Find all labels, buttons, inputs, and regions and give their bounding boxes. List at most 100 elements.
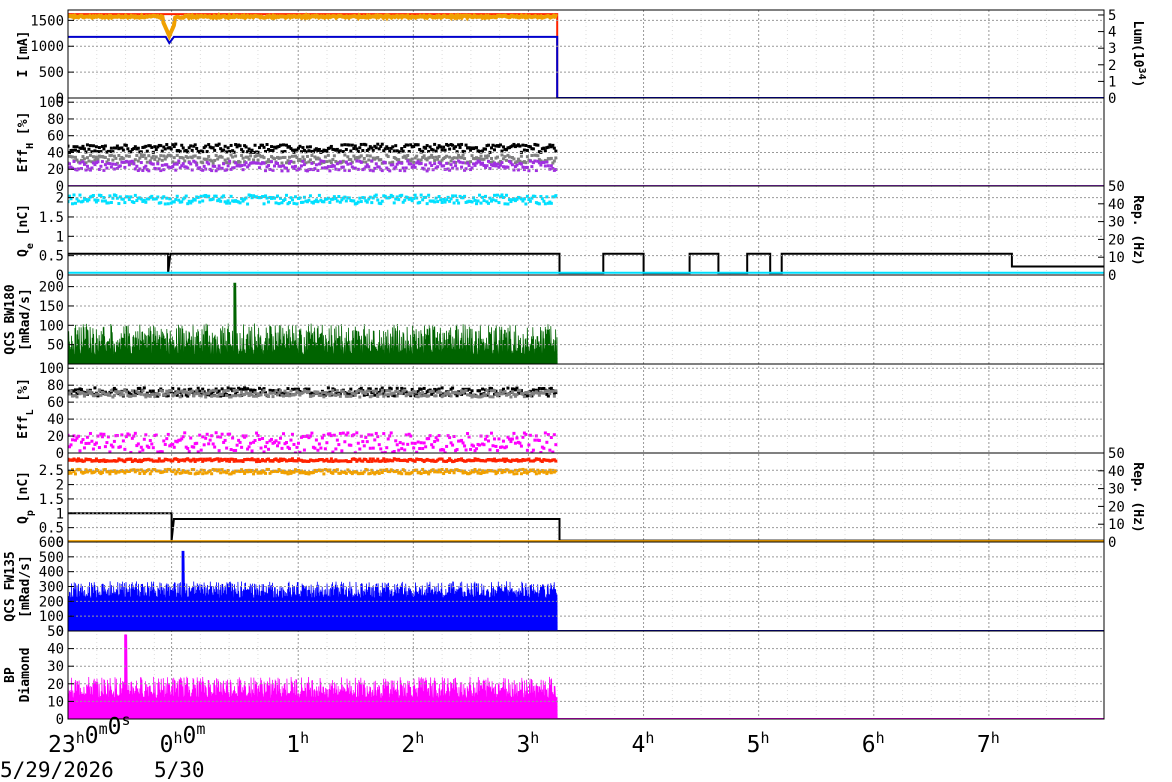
series-eff-h-0-point — [244, 145, 248, 149]
series-eff-l-2-point — [421, 447, 425, 451]
x-tick-label: 0h0m — [160, 720, 206, 758]
series-eff-l-1-point — [157, 393, 161, 397]
series-eff-l-2-point — [338, 431, 342, 435]
series-charge-e-0-point — [295, 202, 299, 206]
series-eff-l-1-point — [418, 391, 422, 395]
series-charge-p-1-point — [331, 471, 335, 475]
series-charge-e-0-point — [343, 195, 347, 199]
series-eff-l-2-point — [484, 437, 488, 441]
series-eff-l-2-point — [69, 443, 73, 447]
series-eff-l-0-point — [243, 386, 247, 390]
series-eff-l-2-point — [386, 437, 390, 441]
series-eff-l-1-point — [211, 388, 215, 392]
series-eff-l-2-point — [518, 441, 522, 445]
series-eff-l-2-point — [99, 432, 103, 436]
series-eff-h-2-point — [144, 164, 148, 168]
series-charge-e-0-point — [397, 198, 401, 202]
series-eff-l-1-point — [99, 393, 103, 397]
series-eff-h-1-point — [286, 159, 290, 163]
series-eff-l-2-point — [464, 448, 468, 452]
series-eff-l-2-point — [323, 447, 327, 451]
series-eff-l-1-point — [491, 395, 495, 399]
series-eff-h-0-point — [305, 145, 309, 149]
series-eff-l-1-point — [165, 389, 169, 393]
x-tick-value: 0 — [182, 723, 196, 749]
series-charge-e-0-point — [370, 201, 374, 205]
series-eff-h-2-point — [542, 160, 546, 164]
series-eff-l-0-point — [478, 389, 482, 393]
series-eff-h-0-point — [213, 148, 217, 152]
series-eff-l-1-point — [226, 389, 230, 393]
series-eff-l-0-point — [440, 386, 444, 390]
series-eff-l-2-point — [295, 445, 299, 449]
series-charge-e-0-point — [127, 198, 131, 202]
series-eff-h-1-point — [124, 154, 128, 158]
series-eff-h-1-point — [365, 154, 369, 158]
panel-current: 050010001500012345Lum(1034)I [mA] — [16, 8, 1148, 107]
y-tick-label: 40 — [47, 642, 64, 658]
right-axis-label: Rep. (Hz) — [1130, 195, 1145, 265]
series-charge-p-1-point — [452, 471, 456, 475]
panel-plot — [68, 282, 558, 364]
series-eff-h-2-point — [406, 159, 410, 163]
series-eff-h-2-point — [195, 163, 199, 167]
series-eff-h-2-point — [302, 163, 306, 167]
series-charge-e-0-point — [470, 200, 474, 204]
y-tick-label: 1 — [56, 506, 64, 522]
series-eff-l-1-point — [195, 389, 199, 393]
series-eff-h-1-point — [431, 155, 435, 159]
series-eff-l-1-point — [489, 389, 493, 393]
series-eff-h-1-point — [404, 156, 408, 160]
series-eff-h-2-point — [278, 164, 282, 168]
series-eff-h-1-point — [433, 158, 437, 162]
x-tick-value: 2 — [401, 732, 415, 758]
series-eff-h-1-point — [461, 153, 465, 157]
y-tick-label: 60 — [47, 395, 64, 411]
y-tick-label: 100 — [39, 609, 64, 625]
series-eff-h-1-point — [536, 154, 540, 158]
series-eff-h-0-point — [491, 143, 495, 147]
series-charge-p-1 — [68, 467, 558, 476]
x-tick-value: 0 — [108, 714, 122, 740]
series-eff-l-2-point — [346, 431, 350, 435]
series-eff-h-2-point — [82, 162, 86, 166]
series-eff-l-1-point — [316, 390, 320, 394]
series-eff-l-2-point — [296, 441, 300, 445]
series-eff-l-1-point — [293, 392, 297, 396]
series-eff-h-1-point — [280, 161, 284, 165]
series-eff-h-0-point — [400, 147, 404, 151]
series-eff-l-2-point — [461, 441, 465, 445]
series-eff-l-2-point — [403, 448, 407, 452]
series-eff-h-0-point — [204, 144, 208, 148]
series-eff-h-0-point — [253, 143, 257, 147]
series-eff-h-2-point — [181, 162, 185, 166]
series-eff-l-2-point — [102, 432, 106, 436]
series-eff-l-2-point — [533, 438, 537, 442]
series-charge-e-0-point — [292, 201, 296, 205]
series-eff-l-2-point — [105, 441, 109, 445]
accelerator-chart: 050010001500012345Lum(1034)I [mA]0204060… — [0, 8, 1148, 782]
series-eff-h-1-point — [422, 154, 426, 158]
series-eff-l-2-point — [213, 445, 217, 449]
series-eff-h-2-point — [228, 159, 232, 163]
series-eff-h-2-point — [498, 163, 502, 167]
series-eff-h-2-point — [413, 165, 417, 169]
y-axis-label-part: Eff — [16, 415, 31, 438]
series-eff-l-1-point — [199, 394, 203, 398]
series-charge-e-0-point — [433, 200, 437, 204]
series-eff-h-2-point — [139, 161, 143, 165]
series-eff-h-0-point — [374, 146, 378, 150]
series-charge-e-0-point — [359, 200, 363, 204]
series-eff-l-1-point — [338, 394, 342, 398]
series-charge-e-0-point — [78, 193, 82, 197]
series-eff-h-2-point — [454, 164, 458, 168]
y-tick-label: 100 — [39, 361, 64, 377]
series-eff-l-2-point — [545, 440, 549, 444]
series-eff-h-2-point — [449, 163, 453, 167]
series-eff-l-2-point — [341, 431, 345, 435]
series-eff-h-1-point — [283, 155, 287, 159]
x-tick-label: 7h — [977, 729, 1000, 758]
series-eff-h-2-point — [495, 162, 499, 166]
series-eff-h-1-point — [386, 155, 390, 159]
series-eff-l-1-point — [121, 393, 125, 397]
